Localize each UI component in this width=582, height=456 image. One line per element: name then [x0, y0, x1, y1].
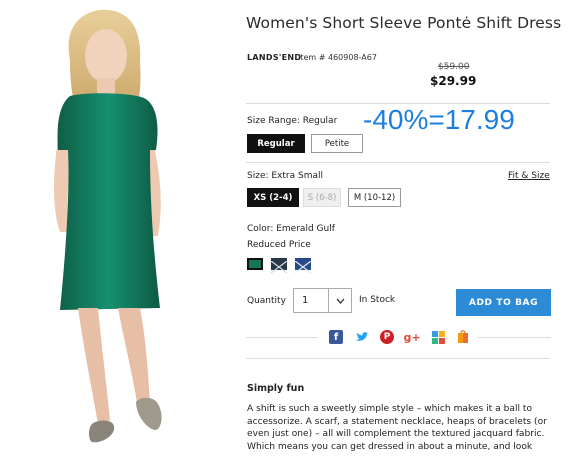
description-heading: Simply fun [247, 383, 305, 394]
quantity-value: 1 [302, 295, 309, 306]
divider [246, 162, 550, 163]
sale-price: $29.99 [430, 74, 477, 88]
product-photo [0, 0, 236, 452]
discount-overlay-text: -40%=17.99 [363, 104, 515, 135]
divider [478, 337, 551, 338]
original-price: $59.00 [438, 62, 470, 72]
shopping-bag-share-icon[interactable] [456, 330, 470, 344]
facebook-icon[interactable]: f [329, 330, 343, 344]
add-to-bag-button[interactable]: ADD TO BAG [456, 289, 551, 316]
swatch-blue-pattern[interactable] [294, 258, 312, 274]
chevron-down-icon[interactable] [328, 289, 351, 312]
size-xs-button[interactable]: XS (2-4) [247, 188, 299, 207]
google-plus-icon[interactable]: g+ [403, 330, 420, 344]
divider [246, 358, 550, 359]
size-m-button[interactable]: M (10-12) [348, 188, 401, 207]
size-label: Size: Extra Small [247, 171, 323, 181]
swatch-pattern-icon [294, 260, 312, 274]
quantity-label: Quantity [247, 296, 286, 306]
size-range-regular-button[interactable]: Regular [247, 134, 305, 153]
product-title: Women's Short Sleeve Pontė Shift Dress [246, 14, 562, 32]
twitter-icon[interactable] [355, 330, 369, 344]
quantity-select[interactable]: 1 [293, 288, 352, 313]
swatch-emerald-gulf[interactable] [247, 258, 263, 270]
item-number: Item # 460908-A67 [298, 53, 377, 62]
size-s-button[interactable]: S (6-8) [303, 188, 341, 207]
color-label: Color: Emerald Gulf [247, 224, 335, 234]
reduced-price-label: Reduced Price [247, 240, 311, 250]
fit-and-size-link[interactable]: Fit & Size [508, 171, 550, 181]
fancy-icon[interactable] [431, 330, 445, 344]
pinterest-icon[interactable]: P [380, 330, 394, 344]
stock-status: In Stock [359, 295, 396, 305]
swatch-dark-pattern[interactable] [270, 258, 288, 274]
size-range-label: Size Range: Regular [247, 116, 338, 126]
divider [246, 337, 318, 338]
brand-logo: LANDS'END [247, 53, 302, 62]
swatch-pattern-icon [270, 260, 288, 274]
size-range-petite-button[interactable]: Petite [311, 134, 363, 153]
description-text: A shift is such a sweetly simple style –… [247, 404, 547, 452]
